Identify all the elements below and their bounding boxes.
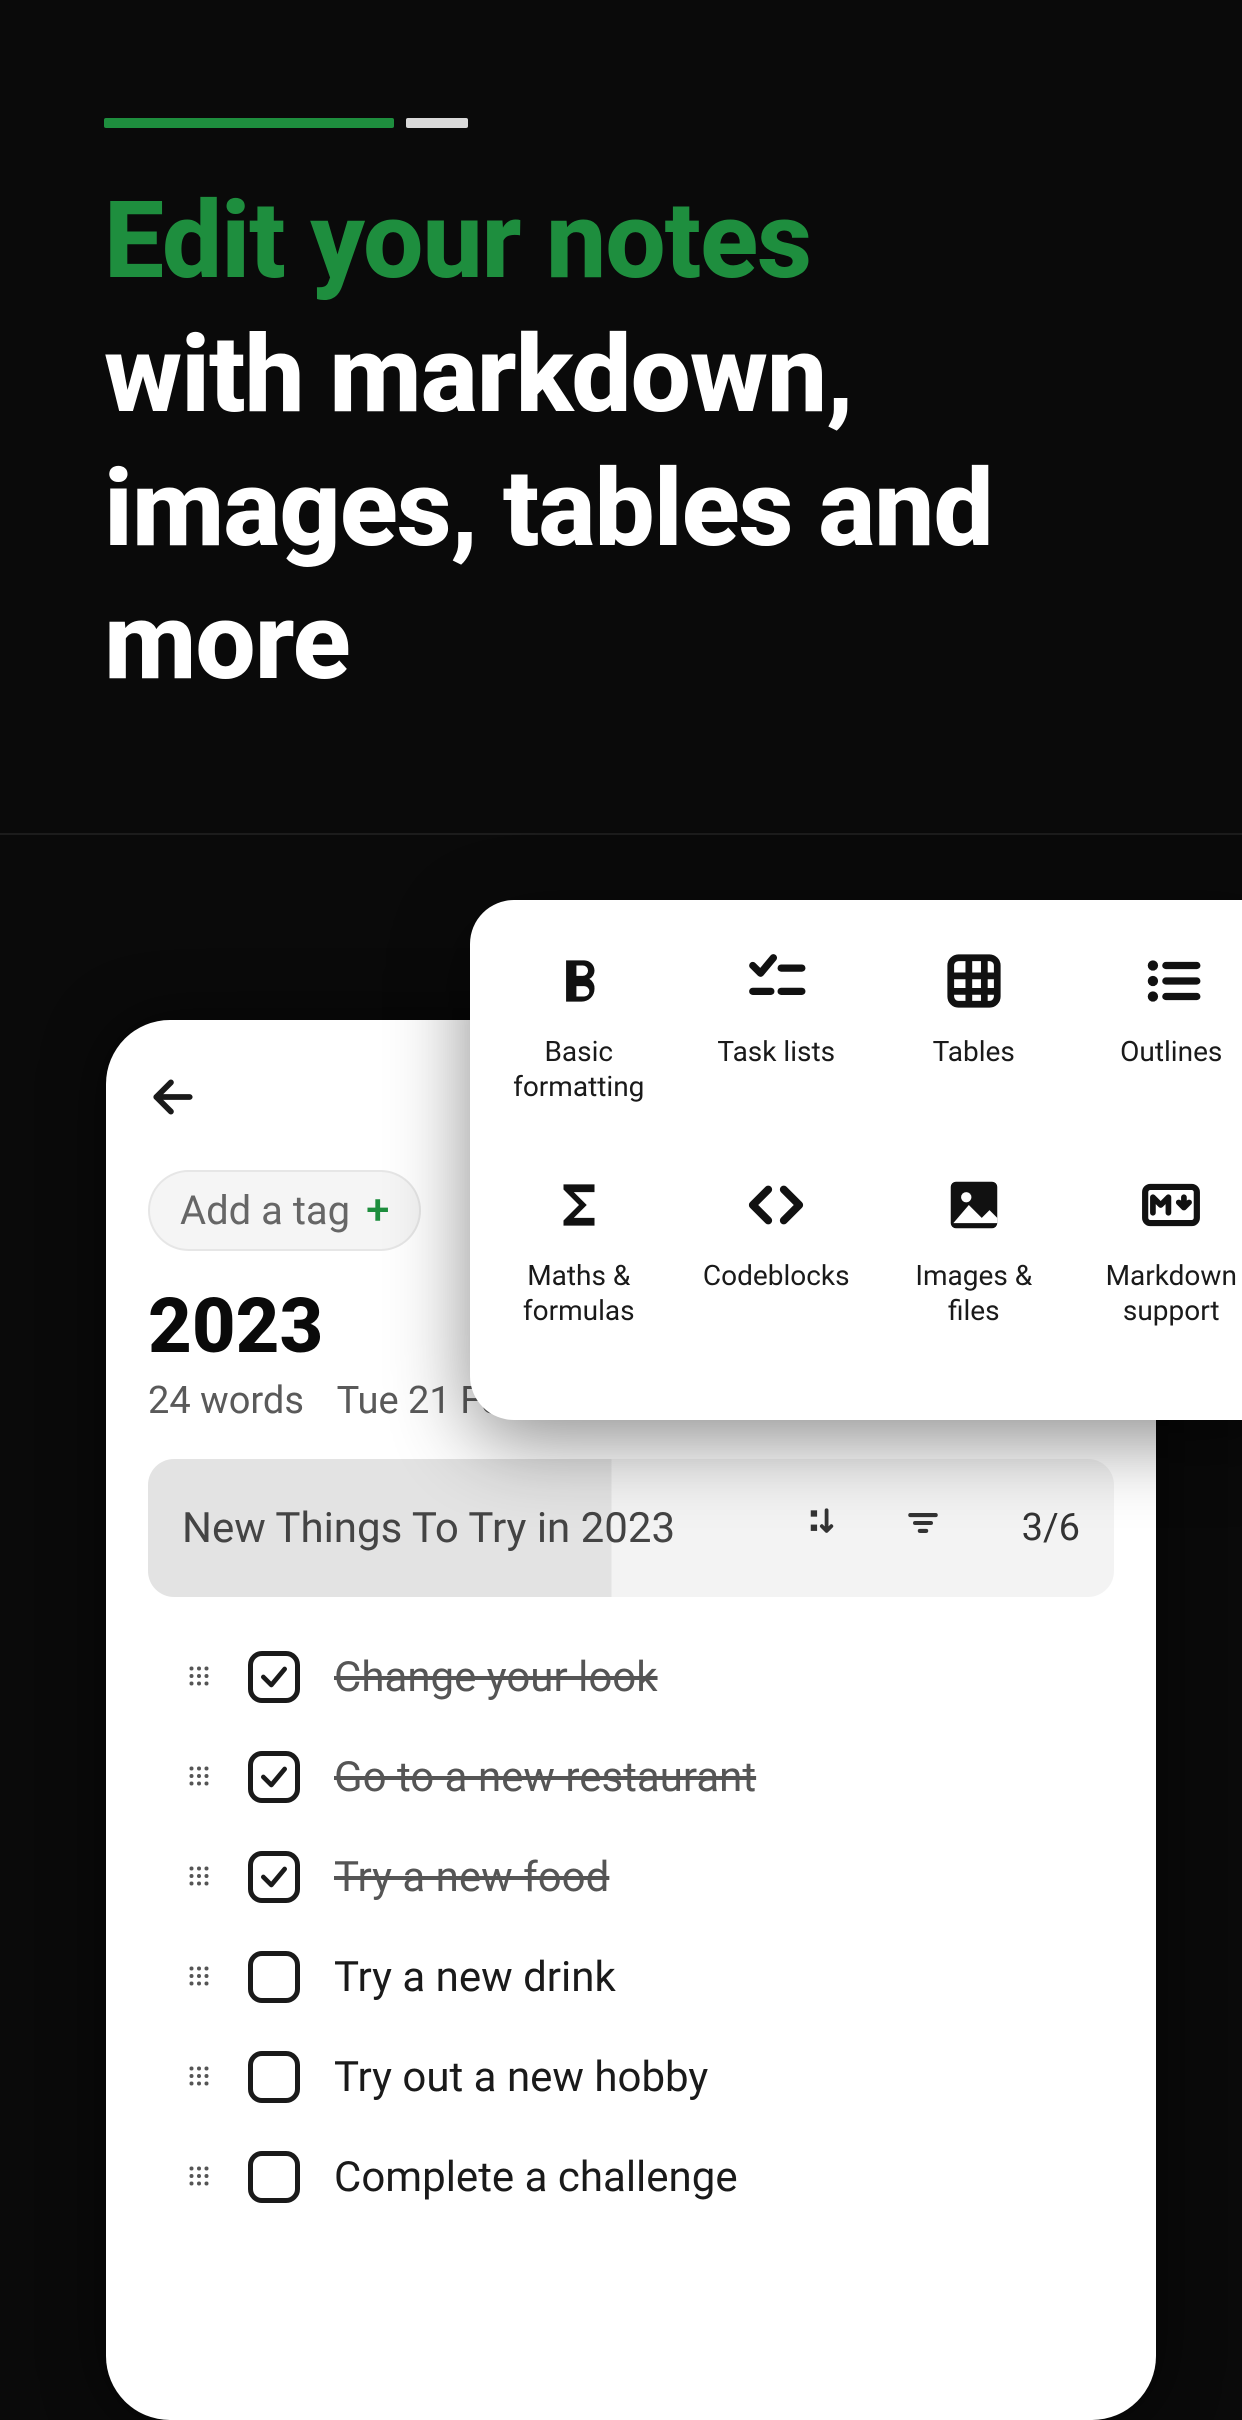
toolbar-item-label: Tables xyxy=(933,1034,1015,1069)
outline-header[interactable]: New Things To Try in 2023 3/6 xyxy=(148,1459,1114,1597)
align-icon[interactable] xyxy=(904,1504,942,1553)
task-checkbox[interactable] xyxy=(248,1651,300,1703)
drag-handle-icon[interactable] xyxy=(184,2153,214,2202)
task-row: Complete a challenge xyxy=(148,2127,1114,2227)
pager-dot-active xyxy=(104,118,394,128)
task-row: Try a new food xyxy=(148,1827,1114,1927)
task-row: Try out a new hobby xyxy=(148,2027,1114,2127)
add-tag-label: Add a tag xyxy=(180,1187,350,1234)
add-tag-button[interactable]: Add a tag + xyxy=(148,1170,421,1251)
toolbar-item-codeblocks[interactable]: Codeblocks xyxy=(678,1160,876,1384)
headline: Edit your notes with markdown, images, t… xyxy=(104,175,1182,710)
pager-dot-inactive xyxy=(406,118,468,128)
toolbar-item-label: Maths & formulas xyxy=(494,1258,664,1328)
toolbar-item-tables[interactable]: Tables xyxy=(875,936,1073,1160)
basic-formatting-icon xyxy=(548,946,610,1016)
task-row: Go to a new restaurant xyxy=(148,1727,1114,1827)
toolbar-item-label: Task lists xyxy=(717,1034,835,1069)
word-count: 24 words xyxy=(148,1379,304,1423)
task-checkbox[interactable] xyxy=(248,1851,300,1903)
task-text[interactable]: Try a new drink xyxy=(334,1953,616,2002)
sort-icon[interactable] xyxy=(806,1504,844,1553)
outline-header-actions: 3/6 xyxy=(806,1504,1080,1553)
task-list: Change your look Go to a new restaurant … xyxy=(148,1627,1114,2227)
task-checkbox[interactable] xyxy=(248,2151,300,2203)
onboarding-pager xyxy=(104,118,468,128)
task-text[interactable]: Change your look xyxy=(334,1653,658,1702)
formatting-toolbar-popup: Basic formatting Task lists Tables Outli… xyxy=(470,900,1242,1420)
task-text[interactable]: Try out a new hobby xyxy=(334,2053,708,2102)
task-text[interactable]: Go to a new restaurant xyxy=(334,1753,756,1802)
outline-progress: 3/6 xyxy=(1022,1506,1080,1550)
drag-handle-icon[interactable] xyxy=(184,2053,214,2102)
toolbar-item-label: Images & files xyxy=(889,1258,1059,1328)
outlines-icon xyxy=(1140,946,1202,1016)
task-checkbox[interactable] xyxy=(248,2051,300,2103)
drag-handle-icon[interactable] xyxy=(184,1953,214,2002)
drag-handle-icon[interactable] xyxy=(184,1853,214,1902)
toolbar-item-label: Basic formatting xyxy=(494,1034,664,1104)
toolbar-item-markdown-support[interactable]: Markdown support xyxy=(1073,1160,1242,1384)
toolbar-item-label: Outlines xyxy=(1120,1034,1222,1069)
images-files-icon xyxy=(943,1170,1005,1240)
toolbar-item-label: Markdown support xyxy=(1086,1258,1242,1328)
toolbar-item-basic-formatting[interactable]: Basic formatting xyxy=(480,936,678,1160)
outline-title: New Things To Try in 2023 xyxy=(182,1504,806,1553)
task-row: Change your look xyxy=(148,1627,1114,1727)
task-text[interactable]: Complete a challenge xyxy=(334,2153,738,2202)
back-icon[interactable] xyxy=(148,1072,198,1126)
section-separator xyxy=(0,833,1242,835)
task-checkbox[interactable] xyxy=(248,1951,300,2003)
drag-handle-icon[interactable] xyxy=(184,1753,214,1802)
headline-green: Edit your notes xyxy=(104,179,811,304)
codeblocks-icon xyxy=(745,1170,807,1240)
task-lists-icon xyxy=(745,946,807,1016)
plus-icon: + xyxy=(366,1186,389,1235)
toolbar-item-outlines[interactable]: Outlines xyxy=(1073,936,1242,1160)
tables-icon xyxy=(943,946,1005,1016)
toolbar-item-label: Codeblocks xyxy=(703,1258,850,1293)
task-text[interactable]: Try a new food xyxy=(334,1853,609,1902)
markdown-support-icon xyxy=(1140,1170,1202,1240)
maths-formulas-icon xyxy=(548,1170,610,1240)
toolbar-item-images-files[interactable]: Images & files xyxy=(875,1160,1073,1384)
headline-white: with markdown, images, tables and more xyxy=(104,313,993,706)
toolbar-item-task-lists[interactable]: Task lists xyxy=(678,936,876,1160)
toolbar-item-maths-formulas[interactable]: Maths & formulas xyxy=(480,1160,678,1384)
task-checkbox[interactable] xyxy=(248,1751,300,1803)
task-row: Try a new drink xyxy=(148,1927,1114,2027)
drag-handle-icon[interactable] xyxy=(184,1653,214,1702)
